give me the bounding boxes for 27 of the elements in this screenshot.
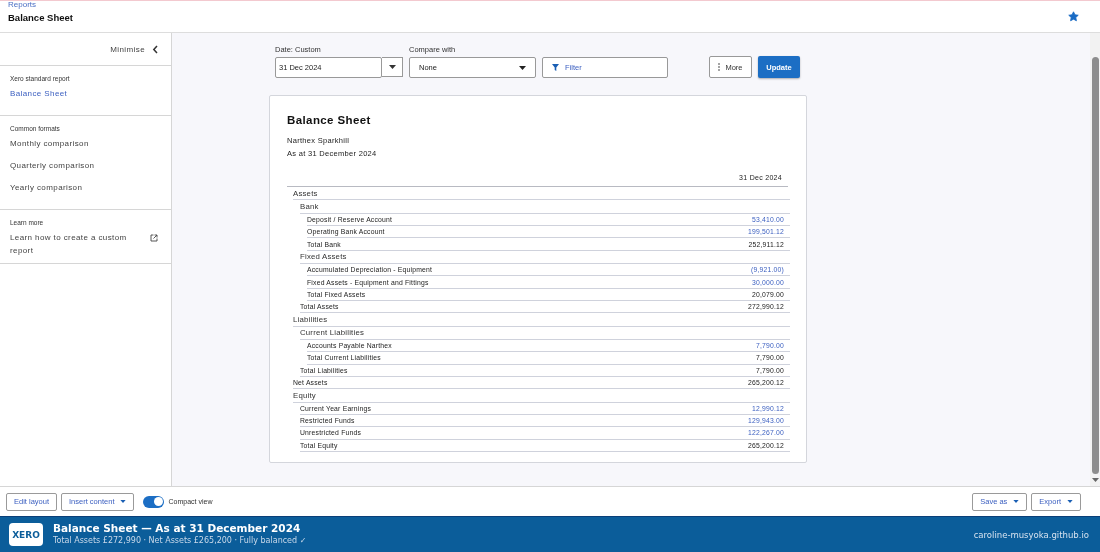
caret-icon <box>388 65 396 69</box>
filter-icon <box>552 64 559 71</box>
sidebar-item[interactable]: Yearly comparison <box>10 181 130 194</box>
report-title: Balance Sheet <box>287 114 372 126</box>
more-icon <box>718 63 721 71</box>
external-link-icon[interactable] <box>150 234 158 242</box>
caret-icon <box>1067 500 1073 503</box>
scroll-down-icon[interactable] <box>1091 478 1099 482</box>
banner-title: Balance Sheet — As at 31 December 2024 <box>53 522 302 535</box>
banner-summary: Total Assets £272,990 · Net Assets £265,200 · Fully balanced ✓ <box>53 535 307 547</box>
date-dropdown-button[interactable] <box>382 57 403 77</box>
sidebar-item[interactable]: Learn how to create a custom report <box>10 231 130 257</box>
minimise-button[interactable]: Minimise <box>110 44 145 54</box>
caret-icon <box>519 65 526 70</box>
logo: XERO <box>9 523 43 546</box>
star-icon[interactable] <box>1068 11 1079 22</box>
page-title: Balance Sheet <box>8 11 74 24</box>
caret-icon <box>120 500 127 503</box>
site-link[interactable]: caroline-musyoka.github.io <box>973 529 1089 540</box>
breadcrumb-link[interactable]: Reports <box>8 0 1068 9</box>
sidebar-item[interactable]: Monthly comparison <box>10 137 130 150</box>
sidebar-item[interactable]: Quarterly comparison <box>10 159 130 172</box>
chevron-left-icon[interactable] <box>152 44 159 54</box>
sidebar-item[interactable]: Balance Sheet <box>10 87 130 100</box>
caret-icon <box>1013 500 1020 503</box>
compact-view-toggle[interactable] <box>143 495 165 508</box>
scrollbar[interactable] <box>1090 33 1100 486</box>
